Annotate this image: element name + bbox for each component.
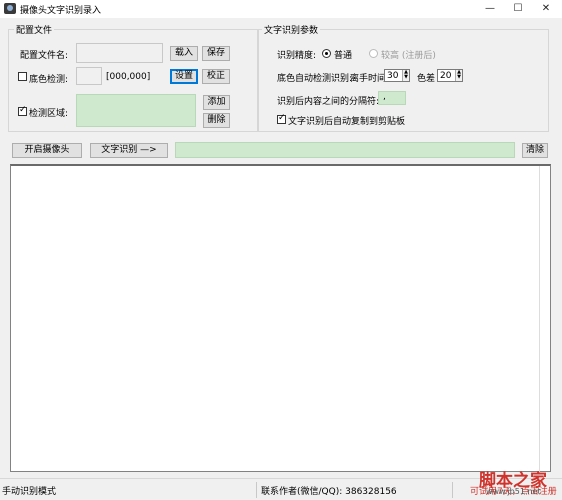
mode-status: 手动识别模式 (2, 487, 57, 497)
accuracy-normal-label: 普通 (334, 51, 353, 61)
delay-label: 离手时间 (350, 74, 387, 84)
contact-status: 联系作者(微信/QQ): 386328156 (261, 487, 397, 497)
bg-color-readout: [000,000] (106, 72, 151, 82)
vertical-scrollbar[interactable] (539, 166, 550, 472)
accuracy-normal-radio[interactable] (322, 49, 331, 58)
add-region-button[interactable]: 添加 (203, 95, 230, 110)
bg-check-checkbox[interactable] (18, 72, 27, 81)
auto-detect-label: 底色自动检测识别: (277, 74, 353, 84)
filename-input[interactable] (76, 43, 163, 63)
accuracy-high-label: 较高 (注册后) (381, 51, 436, 61)
color-diff-label: 色差 (417, 74, 436, 84)
region-checkbox[interactable] (18, 105, 27, 116)
spin-arrows-icon[interactable]: ▲ ▼ (402, 70, 409, 81)
open-camera-button[interactable]: 开启摄像头 (12, 143, 82, 158)
status-bar: 手动识别模式 联系作者(微信/QQ): 386328156 可试用7天，点击注册 (0, 478, 562, 500)
separator-input[interactable]: , (378, 91, 406, 105)
maximize-button[interactable]: ☐ (504, 0, 532, 18)
accuracy-high-radio[interactable] (369, 49, 378, 58)
status-divider (452, 482, 453, 498)
app-camera-icon (4, 3, 16, 14)
ocr-button[interactable]: 文字识别 —> (90, 143, 168, 158)
delay-value: 30 (387, 71, 399, 81)
delay-spinner[interactable]: 30 ▲ ▼ (384, 69, 410, 82)
separator-label: 识别后内容之间的分隔符: (277, 97, 380, 107)
close-button[interactable]: ✕ (532, 0, 560, 18)
region-preview[interactable] (76, 94, 196, 127)
ocr-group-title: 文字识别参数 (262, 23, 321, 36)
color-diff-value: 20 (440, 71, 452, 81)
ocr-result-field[interactable] (175, 142, 515, 158)
spin-arrows-icon[interactable]: ▲ ▼ (455, 70, 462, 81)
minimize-button[interactable]: — (476, 0, 504, 18)
load-button[interactable]: 载入 (170, 46, 198, 61)
auto-copy-label: 文字识别后自动复制到剪贴板 (288, 117, 406, 127)
filename-label: 配置文件名: (20, 51, 69, 61)
accuracy-label: 识别精度: (277, 51, 317, 61)
title-bar: 摄像头文字识别录入 — ☐ ✕ (0, 0, 562, 18)
region-label: 检测区域: (29, 109, 69, 119)
save-button[interactable]: 保存 (202, 46, 230, 61)
color-diff-spinner[interactable]: 20 ▲ ▼ (437, 69, 463, 82)
clear-button[interactable]: 清除 (522, 143, 548, 158)
config-group-title: 配置文件 (14, 23, 55, 36)
bg-color-swatch (76, 67, 102, 85)
bg-check-label: 底色检测: (29, 75, 69, 85)
delete-region-button[interactable]: 删除 (203, 113, 230, 128)
set-button[interactable]: 设置 (170, 69, 198, 84)
calibrate-button[interactable]: 校正 (202, 69, 230, 84)
camera-view[interactable] (10, 164, 551, 472)
auto-copy-checkbox[interactable] (277, 113, 286, 124)
status-divider (256, 482, 257, 498)
window-title: 摄像头文字识别录入 (20, 6, 102, 16)
watermark-url: www.jb51.net (486, 487, 541, 496)
